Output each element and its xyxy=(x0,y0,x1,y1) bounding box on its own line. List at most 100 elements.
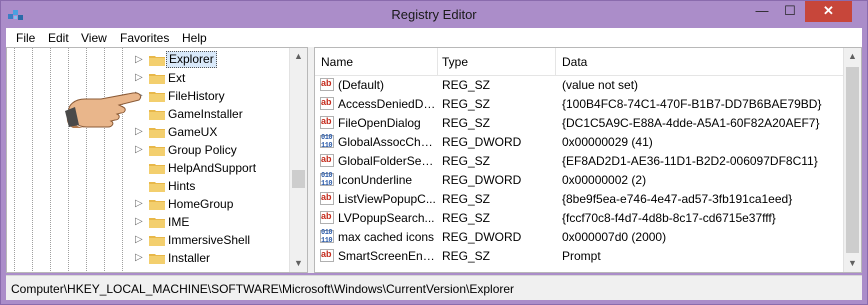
value-type: REG_DWORD xyxy=(442,135,522,149)
value-row-iconunderline[interactable]: 010 110 IconUnderline REG_DWORD 0x0000000… xyxy=(315,170,845,189)
folder-icon xyxy=(149,254,165,264)
menu-view[interactable]: View xyxy=(81,31,107,45)
value-type: REG_DWORD xyxy=(442,230,522,244)
tree-item-label: IME xyxy=(168,215,190,229)
registry-editor-window: Registry Editor — ☐ ✕ File Edit View Fav… xyxy=(0,0,868,305)
tree-item-gameinstaller[interactable]: GameInstaller xyxy=(135,105,295,123)
scrollbar-thumb[interactable] xyxy=(846,67,859,253)
tree-item-filehistory[interactable]: ▷ FileHistory xyxy=(135,87,295,105)
column-divider[interactable] xyxy=(555,48,556,75)
value-type: REG_SZ xyxy=(442,97,491,111)
title-bar[interactable]: Registry Editor — ☐ ✕ xyxy=(1,1,867,28)
scroll-down-arrow-icon[interactable]: ▼ xyxy=(290,255,307,272)
tree-item-explorer[interactable]: ▷ Explorer xyxy=(135,51,295,69)
window-title: Registry Editor xyxy=(391,7,477,22)
expand-arrow-icon[interactable]: ▷ xyxy=(135,53,145,67)
tree-item-immersiveshell[interactable]: ▷ ImmersiveShell xyxy=(135,231,295,249)
value-row-globalfoldersett[interactable]: ab GlobalFolderSett... REG_SZ {EF8AD2D1-… xyxy=(315,151,845,170)
tree-item-gameux[interactable]: ▷ GameUX xyxy=(135,123,295,141)
folder-icon xyxy=(149,110,165,120)
value-row-smartscreenena[interactable]: ab SmartScreenEna... REG_SZ Prompt xyxy=(315,246,845,265)
value-row-lvpopupsearch[interactable]: ab LVPopupSearch... REG_SZ {fccf70c8-f4d… xyxy=(315,208,845,227)
tree-item-label: Hints xyxy=(168,179,196,193)
value-name: ListViewPopupC... xyxy=(338,192,436,206)
value-data: {8be9f5ea-e746-4e47-ad57-3fb191ca1eed} xyxy=(562,192,793,206)
menu-help[interactable]: Help xyxy=(182,31,207,45)
expand-arrow-icon[interactable]: ▷ xyxy=(135,233,145,247)
tree-vertical-scrollbar[interactable]: ▲ ▼ xyxy=(289,48,307,272)
scroll-down-arrow-icon[interactable]: ▼ xyxy=(844,255,861,272)
tree-item-label: Ext xyxy=(168,71,186,85)
tree-item-ime[interactable]: ▷ IME xyxy=(135,213,295,231)
value-data: {fccf70c8-f4d7-4d8b-8c17-cd6715e37fff} xyxy=(562,211,776,225)
expand-arrow-icon[interactable]: ▷ xyxy=(135,251,145,265)
value-name: GlobalAssocCha... xyxy=(338,135,436,149)
value-row-listviewpopupc[interactable]: ab ListViewPopupC... REG_SZ {8be9f5ea-e7… xyxy=(315,189,845,208)
maximize-button[interactable]: ☐ xyxy=(777,1,803,22)
menu-edit[interactable]: Edit xyxy=(48,31,69,45)
menu-file[interactable]: File xyxy=(16,31,35,45)
expand-arrow-icon[interactable]: ▷ xyxy=(135,215,145,229)
value-row-default[interactable]: ab (Default) REG_SZ (value not set) xyxy=(315,75,845,94)
value-row-fileopendialog[interactable]: ab FileOpenDialog REG_SZ {DC1C5A9C-E88A-… xyxy=(315,113,845,132)
folder-icon xyxy=(149,146,165,156)
string-value-icon: ab xyxy=(320,192,334,205)
scroll-up-arrow-icon[interactable]: ▲ xyxy=(290,48,307,65)
tree-item-label: Explorer xyxy=(166,51,217,68)
tree-item-ext[interactable]: ▷ Ext xyxy=(135,69,295,87)
value-data: 0x00000002 (2) xyxy=(562,173,647,187)
value-row-accessdenieddi[interactable]: ab AccessDeniedDi... REG_SZ {100B4FC8-74… xyxy=(315,94,845,113)
menu-bar: File Edit View Favorites Help xyxy=(6,28,862,47)
dword-value-icon: 010 110 xyxy=(320,229,334,245)
tree-item-label: HomeGroup xyxy=(168,197,234,211)
tree-item-homegroup[interactable]: ▷ HomeGroup xyxy=(135,195,295,213)
column-divider[interactable] xyxy=(437,48,438,75)
tree-item-group-policy[interactable]: ▷ Group Policy xyxy=(135,141,295,159)
tree-item-label: Group Policy xyxy=(168,143,237,157)
tree-item-installer[interactable]: ▷ Installer xyxy=(135,249,295,267)
string-value-icon: ab xyxy=(320,116,334,129)
value-name: AccessDeniedDi... xyxy=(338,97,436,111)
value-data: 0x000007d0 (2000) xyxy=(562,230,667,244)
scroll-up-arrow-icon[interactable]: ▲ xyxy=(844,48,861,65)
dword-value-icon: 010 110 xyxy=(320,134,334,150)
column-header-type[interactable]: Type xyxy=(442,55,468,69)
registry-values-list[interactable]: Name Type Data ab (Default) REG_SZ (valu… xyxy=(314,47,862,273)
value-type: REG_SZ xyxy=(442,154,491,168)
folder-icon xyxy=(149,236,165,246)
tree-item-label: GameInstaller xyxy=(168,107,243,121)
value-type: REG_SZ xyxy=(442,249,491,263)
tree-item-hints[interactable]: Hints xyxy=(135,177,295,195)
value-data: (value not set) xyxy=(562,78,639,92)
value-type: REG_SZ xyxy=(442,116,491,130)
current-key-path: Computer\HKEY_LOCAL_MACHINE\SOFTWARE\Mic… xyxy=(11,282,515,296)
column-header-name[interactable]: Name xyxy=(321,55,353,69)
list-vertical-scrollbar[interactable]: ▲ ▼ xyxy=(843,48,861,272)
menu-favorites[interactable]: Favorites xyxy=(120,31,169,45)
registry-key-tree[interactable]: ▷ Explorer ▷ Ext ▷ FileHistory GameInsta… xyxy=(6,47,308,273)
value-name: IconUnderline xyxy=(338,173,413,187)
value-type: REG_SZ xyxy=(442,78,491,92)
tree-item-helpandsupport[interactable]: HelpAndSupport xyxy=(135,159,295,177)
value-row-globalassoccha[interactable]: 010 110 GlobalAssocCha... REG_DWORD 0x000… xyxy=(315,132,845,151)
column-header-data[interactable]: Data xyxy=(562,55,587,69)
pointing-hand-icon xyxy=(65,92,142,128)
scrollbar-thumb[interactable] xyxy=(292,170,305,188)
string-value-icon: ab xyxy=(320,78,334,91)
folder-icon xyxy=(149,182,165,192)
value-data: {DC1C5A9C-E88A-4dde-A5A1-60F82A20AEF7} xyxy=(562,116,820,130)
value-name: (Default) xyxy=(338,78,385,92)
string-value-icon: ab xyxy=(320,211,334,224)
tree-guide-lines xyxy=(14,48,123,272)
close-button[interactable]: ✕ xyxy=(805,1,852,22)
folder-icon xyxy=(149,164,165,174)
value-row-max-cached-icons[interactable]: 010 110 max cached icons REG_DWORD 0x0000… xyxy=(315,227,845,246)
minimize-button[interactable]: — xyxy=(749,1,775,22)
tree-item-label: HelpAndSupport xyxy=(168,161,257,175)
expand-arrow-icon[interactable]: ▷ xyxy=(135,143,145,157)
folder-icon xyxy=(149,74,165,84)
value-name: max cached icons xyxy=(338,230,435,244)
tree-item-label: GameUX xyxy=(168,125,218,139)
expand-arrow-icon[interactable]: ▷ xyxy=(135,197,145,211)
value-name: FileOpenDialog xyxy=(338,116,421,130)
